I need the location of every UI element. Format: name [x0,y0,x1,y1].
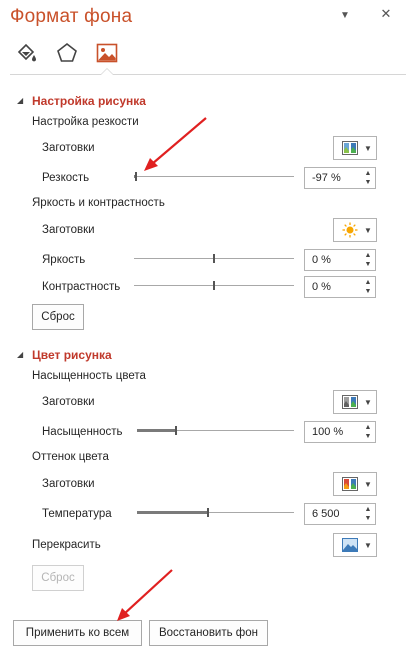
temperature-slider-thumb[interactable] [207,508,209,517]
saturation-slider[interactable] [137,426,294,435]
temperature-slider-fill [137,511,208,514]
annotation-arrow-sharpness [144,117,207,171]
brightness-spinner[interactable]: 0 % ▲ ▼ [304,249,376,271]
sharpness-preset-icon [342,141,358,155]
contrast-spinner[interactable]: 0 % ▲ ▼ [304,276,376,298]
contrast-label: Контрастность [42,281,121,293]
saturation-presets-label: Заготовки [42,396,95,408]
annotation-arrow-apply-all [117,569,173,621]
collapse-triangle-icon[interactable]: ◢ [17,96,23,105]
brightness-presets-dropdown[interactable]: ▼ [333,218,377,242]
brightness-contrast-group-label: Яркость и контрастность [32,197,165,209]
saturation-spinner[interactable]: 100 % ▲ ▼ [304,421,376,443]
sharpness-label: Резкость [42,172,90,184]
sharpness-value[interactable]: -97 % [305,172,361,184]
tone-presets-dropdown[interactable]: ▼ [333,472,377,496]
contrast-value[interactable]: 0 % [305,281,361,293]
sharpness-slider-thumb[interactable] [135,172,137,181]
sharpness-presets-label: Заготовки [42,142,95,154]
pentagon-icon [57,42,77,62]
temperature-value[interactable]: 6 500 [305,508,361,520]
chevron-down-icon: ▼ [364,397,372,407]
sharpness-spinner[interactable]: -97 % ▲ ▼ [304,167,376,189]
tone-presets-label: Заготовки [42,478,95,490]
tone-group-label: Оттенок цвета [32,451,109,463]
picture-settings-reset-button[interactable]: Сброс [32,304,84,330]
recolor-picture-icon [342,538,358,552]
saturation-value[interactable]: 100 % [305,426,361,438]
tab-picture[interactable] [94,40,120,66]
spinner-arrows-icon[interactable]: ▲ ▼ [361,422,375,442]
pane-options-chevron-icon[interactable]: ▼ [337,10,353,21]
recolor-label: Перекрасить [32,539,101,551]
saturation-preset-icon [342,395,358,409]
saturation-slider-fill [137,429,176,432]
brightness-slider[interactable] [134,254,294,263]
contrast-slider-thumb[interactable] [213,281,215,290]
fill-bucket-icon [17,43,36,62]
sharpness-presets-dropdown[interactable]: ▼ [333,136,377,160]
tabs-divider [10,74,406,75]
section-picture-settings-header[interactable]: Настройка рисунка [32,94,146,108]
brightness-presets-label: Заготовки [42,224,95,236]
brightness-label: Яркость [42,254,86,266]
pane-title: Формат фона [10,6,133,27]
temperature-label: Температура [42,508,112,520]
section-picture-color-header[interactable]: Цвет рисунка [32,348,112,362]
picture-icon [96,43,118,63]
tab-effects[interactable] [54,40,80,66]
tone-preset-icon [342,477,358,491]
sharpness-slider[interactable] [134,172,294,181]
collapse-triangle-icon[interactable]: ◢ [17,350,23,359]
close-pane-button[interactable]: ✕ [378,6,394,22]
chevron-down-icon: ▼ [364,143,372,153]
spinner-arrows-icon[interactable]: ▲ ▼ [361,250,375,270]
sun-icon [342,222,358,238]
spinner-arrows-icon[interactable]: ▲ ▼ [361,168,375,188]
spinner-arrows-icon[interactable]: ▲ ▼ [361,504,375,524]
chevron-down-icon: ▼ [364,540,372,550]
temperature-spinner[interactable]: 6 500 ▲ ▼ [304,503,376,525]
picture-color-reset-button[interactable]: Сброс [32,565,84,591]
contrast-slider[interactable] [134,281,294,290]
recolor-dropdown[interactable]: ▼ [333,533,377,557]
spinner-arrows-icon[interactable]: ▲ ▼ [361,277,375,297]
tab-fill[interactable] [14,40,40,66]
chevron-down-icon: ▼ [364,225,372,235]
sharpness-group-label: Настройка резкости [32,116,139,128]
brightness-value[interactable]: 0 % [305,254,361,266]
saturation-group-label: Насыщенность цвета [32,370,146,382]
saturation-label: Насыщенность [42,426,123,438]
brightness-slider-thumb[interactable] [213,254,215,263]
chevron-down-icon: ▼ [364,479,372,489]
temperature-slider[interactable] [137,508,294,517]
saturation-slider-thumb[interactable] [175,426,177,435]
saturation-presets-dropdown[interactable]: ▼ [333,390,377,414]
